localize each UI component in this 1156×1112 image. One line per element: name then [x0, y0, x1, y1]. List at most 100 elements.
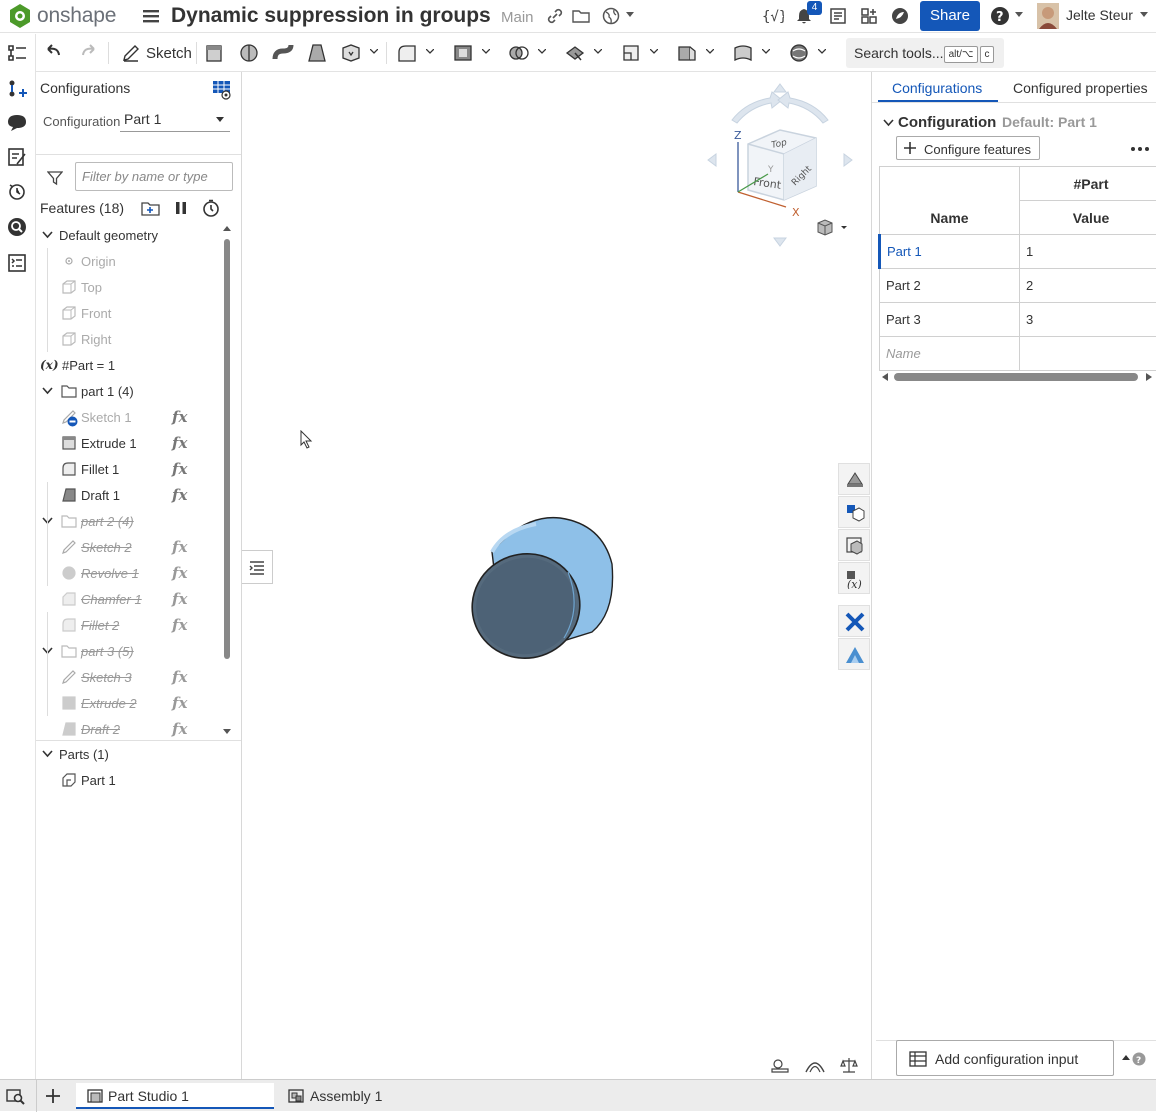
configured-fx-icon[interactable]: fx — [172, 616, 187, 634]
config-name-cell[interactable]: Part 1 — [880, 235, 1020, 269]
chevron-down-icon[interactable] — [626, 12, 634, 18]
extrude-icon[interactable] — [204, 43, 226, 63]
feature-tree-item[interactable]: Top — [36, 274, 228, 300]
configuration-select[interactable]: Part 1 — [120, 108, 230, 132]
scroll-down-icon[interactable] — [222, 728, 232, 736]
feature-tree-item[interactable]: Extrude 2fx — [36, 690, 228, 716]
surface-icon[interactable] — [732, 43, 754, 63]
configure-features-button[interactable]: Configure features — [896, 136, 1040, 160]
boolean-icon[interactable] — [508, 43, 530, 63]
configured-fx-icon[interactable]: fx — [172, 694, 187, 712]
render-mode-tool[interactable] — [838, 496, 870, 528]
sheet-metal-chevron-down-icon[interactable] — [706, 49, 714, 55]
filter-icon[interactable] — [47, 170, 63, 186]
feature-tree-scrollbar[interactable] — [224, 239, 230, 659]
hamburger-menu-icon[interactable] — [142, 7, 160, 25]
transform-chevron-down-icon[interactable] — [594, 49, 602, 55]
feature-tree-item[interactable]: Draft 2fx — [36, 716, 228, 742]
feature-tree-item[interactable]: part 3 (5) — [36, 638, 228, 664]
configured-fx-icon[interactable]: fx — [172, 538, 187, 556]
measure-inspect-icon[interactable] — [6, 216, 28, 238]
plane-chevron-down-icon[interactable] — [650, 49, 658, 55]
scroll-right-icon[interactable] — [1144, 372, 1154, 382]
shell-chevron-down-icon[interactable] — [482, 49, 490, 55]
thicken-icon[interactable] — [340, 43, 362, 63]
add-tab-icon[interactable] — [45, 1088, 61, 1104]
help-circle-icon[interactable]: ? — [1132, 1052, 1146, 1066]
add-folder-icon[interactable] — [141, 200, 161, 216]
scroll-up-icon[interactable] — [222, 224, 232, 232]
new-config-value-cell[interactable] — [1020, 337, 1156, 371]
configuration-table-visibility-icon[interactable] — [212, 80, 232, 100]
thicken-chevron-down-icon[interactable] — [370, 49, 378, 55]
help-icon[interactable]: ? — [990, 6, 1010, 26]
part-input-header[interactable]: #Part — [1020, 167, 1156, 201]
redo-icon[interactable] — [78, 43, 100, 63]
insert-feature-icon[interactable] — [6, 78, 28, 100]
sheet-metal-icon[interactable] — [676, 43, 698, 63]
named-views-tool[interactable] — [838, 529, 870, 561]
feature-tree-item[interactable]: (x)#Part = 1 — [36, 352, 228, 378]
configured-fx-icon[interactable]: fx — [172, 564, 187, 582]
measurement-icon[interactable] — [770, 1057, 790, 1073]
table-row[interactable]: Part 1 1 — [880, 235, 1156, 269]
brand[interactable]: onshape — [8, 3, 116, 29]
sweep-icon[interactable] — [272, 43, 294, 63]
feature-tree-item[interactable]: Sketch 2fx — [36, 534, 228, 560]
feature-tree-item[interactable]: Fillet 2fx — [36, 612, 228, 638]
feature-tree-item[interactable]: Front — [36, 300, 228, 326]
tab-configured-properties[interactable]: Configured properties — [1013, 80, 1148, 96]
feature-tree-item[interactable]: Sketch 3fx — [36, 664, 228, 690]
config-value-cell[interactable]: 2 — [1020, 269, 1156, 303]
surface-chevron-down-icon[interactable] — [762, 49, 770, 55]
revolve-icon[interactable] — [238, 43, 260, 63]
search-tools-input[interactable]: Search tools... alt/⌥ c — [846, 38, 1004, 68]
sketch-button[interactable]: Sketch — [116, 40, 200, 66]
part-item[interactable]: Part 1 — [36, 767, 228, 793]
feature-timer-icon[interactable] — [202, 199, 220, 217]
comments-icon[interactable] — [6, 112, 28, 134]
scroll-left-icon[interactable] — [880, 372, 890, 382]
new-config-name-input[interactable]: Name — [880, 337, 1020, 371]
part-3d-model[interactable] — [464, 512, 614, 664]
graphics-viewport[interactable]: Top Front Right Z X Y (x) — [242, 72, 871, 1079]
mass-properties-icon[interactable] — [804, 1057, 826, 1073]
chevron-down-icon[interactable] — [42, 231, 53, 239]
shell-icon[interactable] — [452, 43, 474, 63]
help-chevron-down-icon[interactable] — [1015, 12, 1023, 18]
feature-tree-item[interactable]: Sketch 1fx — [36, 404, 228, 430]
config-name-cell[interactable]: Part 2 — [880, 269, 1020, 303]
feature-tree-item[interactable]: Origin — [36, 248, 228, 274]
feature-tree-item[interactable]: Draft 1fx — [36, 482, 228, 508]
section-view-tool[interactable] — [838, 463, 870, 495]
compare-icon[interactable] — [840, 1056, 858, 1074]
custom-features-chevron-down-icon[interactable] — [818, 49, 826, 55]
branch-name[interactable]: Main — [501, 9, 534, 26]
pause-rollback-icon[interactable] — [174, 200, 188, 216]
feature-tree-item[interactable]: part 2 (4) — [36, 508, 228, 534]
config-value-cell[interactable]: 3 — [1020, 303, 1156, 337]
notes-icon[interactable] — [6, 146, 28, 168]
filter-input[interactable] — [75, 162, 233, 191]
add-configuration-input-button[interactable]: Add configuration input — [896, 1040, 1114, 1076]
learning-center-icon[interactable] — [891, 7, 909, 25]
tab-assembly-1[interactable]: Assembly 1 — [280, 1083, 430, 1109]
link-icon[interactable] — [546, 7, 564, 25]
plane-icon[interactable] — [620, 43, 642, 63]
user-name[interactable]: Jelte Steur — [1066, 7, 1133, 23]
config-name-cell[interactable]: Part 3 — [880, 303, 1020, 337]
view-options-cube-icon[interactable] — [816, 218, 850, 238]
share-button[interactable]: Share — [920, 1, 980, 31]
feature-tree-item[interactable]: Extrude 1fx — [36, 430, 228, 456]
feature-tree-item[interactable]: Default geometry — [36, 222, 228, 248]
avatar[interactable] — [1037, 3, 1059, 29]
loft-icon[interactable] — [306, 43, 328, 63]
feature-tree-item[interactable]: Fillet 1fx — [36, 456, 228, 482]
document-title[interactable]: Dynamic suppression in groups — [171, 4, 491, 28]
table-row[interactable]: Part 2 2 — [880, 269, 1156, 303]
configured-fx-icon[interactable]: fx — [172, 486, 187, 504]
config-value-cell[interactable]: 1 — [1020, 235, 1156, 269]
configured-fx-icon[interactable]: fx — [172, 590, 187, 608]
parts-header-row[interactable]: Parts (1) — [36, 741, 228, 767]
configured-fx-icon[interactable]: fx — [172, 720, 187, 738]
